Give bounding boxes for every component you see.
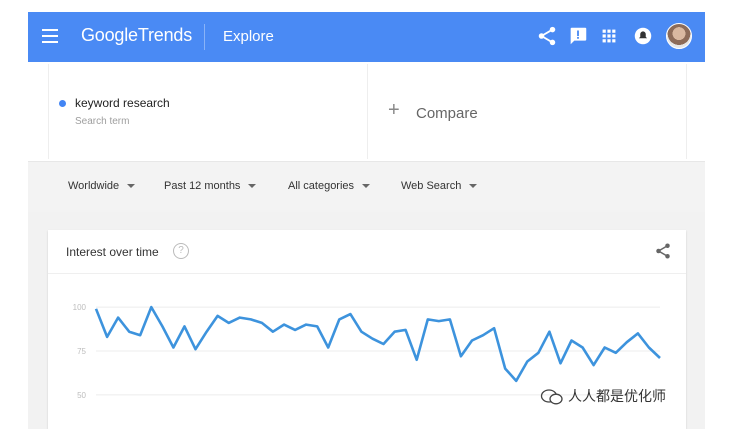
search-term-card[interactable]: keyword research Search term [48, 64, 368, 159]
filter-category[interactable]: All categories [288, 180, 371, 192]
help-icon[interactable]: ? [173, 243, 189, 259]
header-divider [204, 24, 205, 50]
y-tick-label: 100 [73, 303, 87, 312]
compare-button[interactable]: Compare [416, 105, 478, 122]
notifications-icon[interactable] [632, 25, 654, 47]
filter-time-range[interactable]: Past 12 months [164, 180, 257, 192]
apps-grid-icon[interactable] [598, 25, 620, 47]
google-trends-logo[interactable]: GoogleTrends [81, 25, 192, 46]
watermark: 人人都是优化师 [540, 386, 666, 406]
interest-series-line[interactable] [94, 305, 661, 383]
y-tick-label: 50 [77, 391, 86, 400]
card-divider [48, 273, 686, 274]
compare-card[interactable]: + Compare [368, 64, 687, 159]
user-avatar[interactable] [666, 23, 692, 49]
filter-region-label: Worldwide [68, 180, 120, 192]
feedback-icon[interactable] [567, 25, 589, 47]
filter-search-type-label: Web Search [401, 180, 462, 192]
page-title: Explore [223, 28, 274, 45]
dropdown-caret-icon [362, 184, 371, 189]
series-color-dot [59, 100, 66, 107]
watermark-text: 人人都是优化师 [568, 388, 666, 404]
filter-category-label: All categories [288, 180, 355, 192]
brand-trends: Trends [137, 25, 192, 45]
share-icon[interactable] [536, 25, 558, 47]
search-term-sublabel: Search term [75, 116, 130, 127]
app-header: GoogleTrends Explore [28, 12, 705, 62]
search-term-label[interactable]: keyword research [75, 96, 170, 110]
filter-region[interactable]: Worldwide [68, 180, 136, 192]
share-icon[interactable] [654, 242, 672, 260]
filter-search-type[interactable]: Web Search [401, 180, 478, 192]
card-title: Interest over time [66, 245, 159, 259]
menu-icon[interactable] [42, 29, 58, 43]
filter-bar: Worldwide Past 12 months All categories … [28, 161, 705, 213]
plus-icon[interactable]: + [388, 100, 400, 120]
filter-time-label: Past 12 months [164, 180, 241, 192]
dropdown-caret-icon [248, 184, 257, 189]
wechat-icon [540, 389, 563, 405]
dropdown-caret-icon [469, 184, 478, 189]
y-tick-label: 75 [77, 347, 86, 356]
dropdown-caret-icon [127, 184, 136, 189]
brand-google: Google [81, 25, 138, 45]
